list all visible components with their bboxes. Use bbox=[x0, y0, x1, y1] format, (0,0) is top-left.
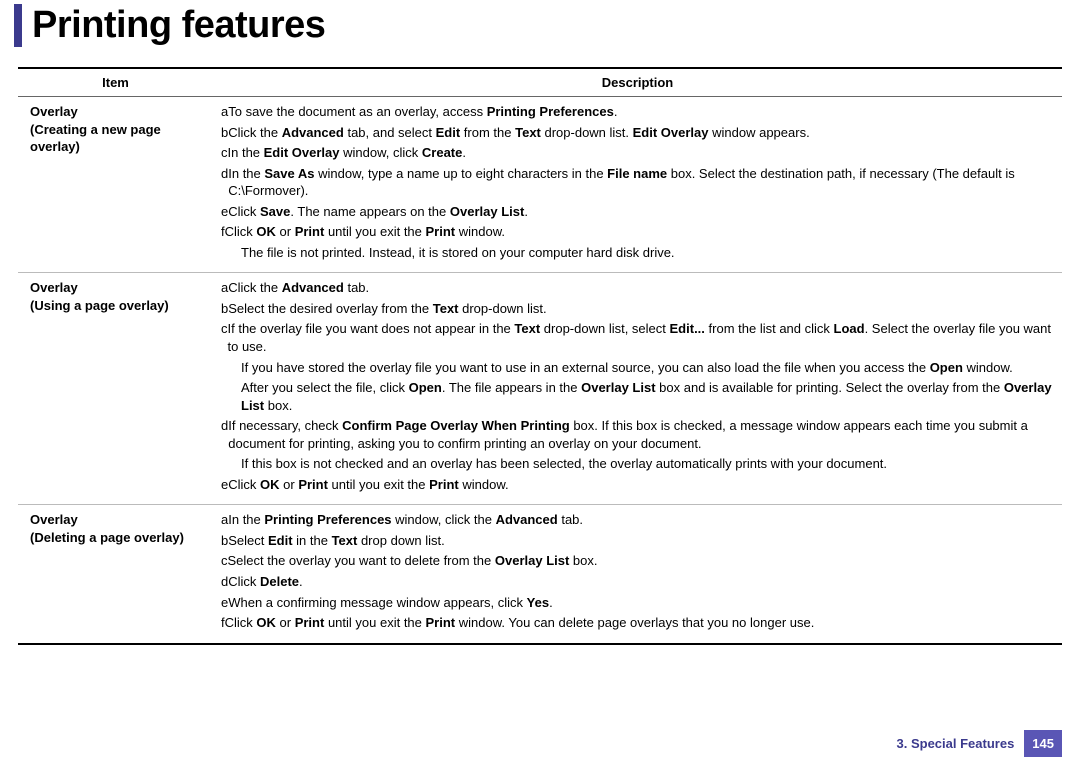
step-item: aTo save the document as an overlay, acc… bbox=[221, 103, 1054, 121]
step-letter: d bbox=[221, 573, 228, 591]
step-text: Click Save. The name appears on the Over… bbox=[228, 203, 528, 221]
step-text: Select the desired overlay from the Text… bbox=[228, 300, 546, 318]
step-text: Click the Advanced tab, and select Edit … bbox=[228, 124, 809, 142]
footer-page-number: 145 bbox=[1024, 730, 1062, 757]
content-area: Item Description Overlay(Creating a new … bbox=[18, 67, 1062, 645]
step-text: To save the document as an overlay, acce… bbox=[228, 103, 617, 121]
features-table: Item Description Overlay(Creating a new … bbox=[18, 67, 1062, 645]
step-item: aIn the Printing Preferences window, cli… bbox=[221, 511, 1054, 529]
page-title-bar: Printing features bbox=[14, 4, 1080, 47]
step-letter: d bbox=[221, 165, 228, 200]
step-letter: e bbox=[221, 203, 228, 221]
page-title: Printing features bbox=[32, 4, 1080, 47]
step-item: eClick OK or Print until you exit the Pr… bbox=[221, 476, 1054, 494]
step-text: Click OK or Print until you exit the Pri… bbox=[228, 476, 508, 494]
item-cell: Overlay(Deleting a page overlay) bbox=[18, 505, 213, 644]
item-cell: Overlay(Creating a new page overlay) bbox=[18, 97, 213, 273]
step-continuation: If this box is not checked and an overla… bbox=[241, 455, 1054, 473]
header-description: Description bbox=[213, 68, 1062, 97]
step-text: When a confirming message window appears… bbox=[228, 594, 552, 612]
table-row: Overlay(Deleting a page overlay) aIn the … bbox=[18, 505, 1062, 644]
step-continuation: If you have stored the overlay file you … bbox=[241, 359, 1054, 377]
description-cell: aTo save the document as an overlay, acc… bbox=[213, 97, 1062, 273]
step-text: In the Save As window, type a name up to… bbox=[228, 165, 1054, 200]
header-item: Item bbox=[18, 68, 213, 97]
step-text: If the overlay file you want does not ap… bbox=[228, 320, 1055, 355]
description-cell: aClick the Advanced tab.bSelect the desi… bbox=[213, 273, 1062, 505]
step-item: fClick OK or Print until you exit the Pr… bbox=[221, 223, 1054, 241]
step-item: eWhen a confirming message window appear… bbox=[221, 594, 1054, 612]
step-text: In the Edit Overlay window, click Create… bbox=[228, 144, 466, 162]
step-text: Click the Advanced tab. bbox=[228, 279, 369, 297]
step-text: Click OK or Print until you exit the Pri… bbox=[225, 614, 815, 632]
step-letter: e bbox=[221, 594, 228, 612]
step-text: Select Edit in the Text drop down list. bbox=[228, 532, 445, 550]
step-item: dIf necessary, check Confirm Page Overla… bbox=[221, 417, 1054, 452]
step-continuation: The file is not printed. Instead, it is … bbox=[241, 244, 1054, 262]
step-item: fClick OK or Print until you exit the Pr… bbox=[221, 614, 1054, 632]
step-letter: e bbox=[221, 476, 228, 494]
description-cell: aIn the Printing Preferences window, cli… bbox=[213, 505, 1062, 644]
step-item: bClick the Advanced tab, and select Edit… bbox=[221, 124, 1054, 142]
step-text: Click OK or Print until you exit the Pri… bbox=[225, 223, 505, 241]
step-text: Select the overlay you want to delete fr… bbox=[228, 552, 598, 570]
step-item: cIn the Edit Overlay window, click Creat… bbox=[221, 144, 1054, 162]
step-item: dIn the Save As window, type a name up t… bbox=[221, 165, 1054, 200]
step-text: Click Delete. bbox=[228, 573, 302, 591]
step-item: dClick Delete. bbox=[221, 573, 1054, 591]
step-text: If necessary, check Confirm Page Overlay… bbox=[228, 417, 1054, 452]
table-row: Overlay(Creating a new page overlay) aTo … bbox=[18, 97, 1062, 273]
step-item: bSelect the desired overlay from the Tex… bbox=[221, 300, 1054, 318]
step-letter: a bbox=[221, 511, 228, 529]
step-item: eClick Save. The name appears on the Ove… bbox=[221, 203, 1054, 221]
step-letter: b bbox=[221, 124, 228, 142]
step-letter: a bbox=[221, 103, 228, 121]
step-continuation: After you select the file, click Open. T… bbox=[241, 379, 1054, 414]
step-item: cSelect the overlay you want to delete f… bbox=[221, 552, 1054, 570]
step-text: In the Printing Preferences window, clic… bbox=[228, 511, 583, 529]
step-letter: b bbox=[221, 532, 228, 550]
step-item: bSelect Edit in the Text drop down list. bbox=[221, 532, 1054, 550]
step-item: aClick the Advanced tab. bbox=[221, 279, 1054, 297]
step-letter: b bbox=[221, 300, 228, 318]
table-row: Overlay(Using a page overlay) aClick the … bbox=[18, 273, 1062, 505]
item-cell: Overlay(Using a page overlay) bbox=[18, 273, 213, 505]
step-letter: a bbox=[221, 279, 228, 297]
page-footer: 3. Special Features 145 bbox=[897, 730, 1062, 757]
step-item: cIf the overlay file you want does not a… bbox=[221, 320, 1054, 355]
footer-section: 3. Special Features bbox=[897, 736, 1015, 751]
step-letter: d bbox=[221, 417, 228, 452]
